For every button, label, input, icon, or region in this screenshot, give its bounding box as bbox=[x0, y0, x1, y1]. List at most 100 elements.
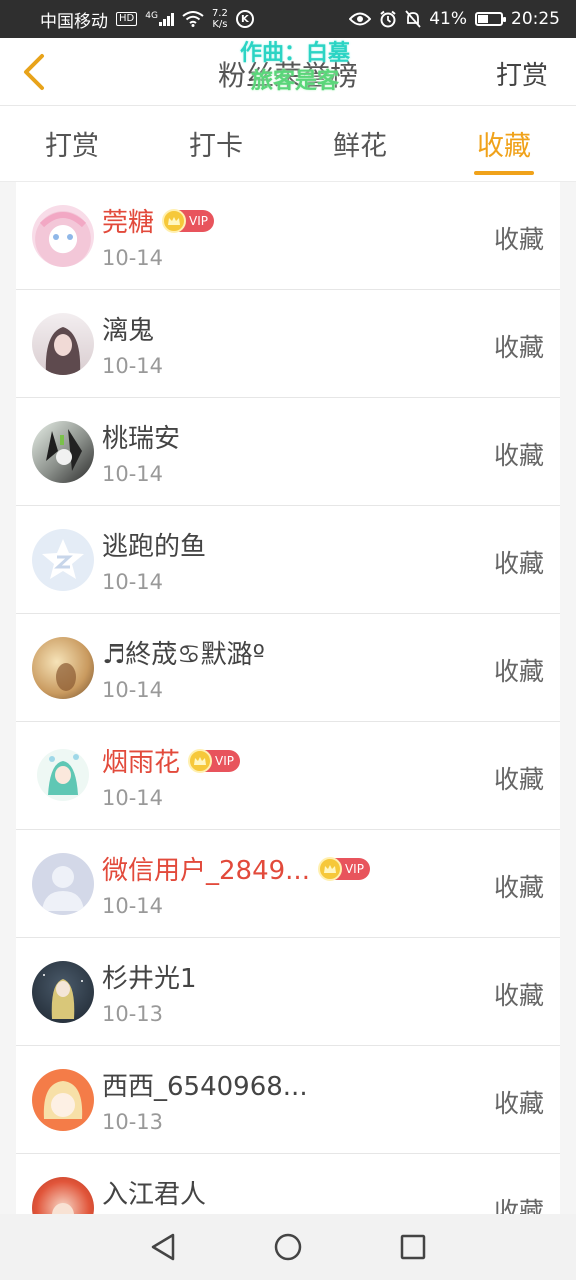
action-label: 收藏 bbox=[493, 873, 544, 902]
vip-label: VIP bbox=[215, 753, 234, 768]
black-white-character-avatar-icon bbox=[46, 429, 82, 471]
blonde-chibi-avatar-icon bbox=[43, 1081, 83, 1119]
user-name[interactable]: 逃跑的鱼 bbox=[102, 526, 206, 563]
date: 10-13 bbox=[102, 1110, 164, 1134]
name-line: 微信用户_2849... VIP bbox=[102, 850, 370, 887]
system-nav-bar bbox=[0, 1214, 576, 1280]
avatar bbox=[32, 1177, 94, 1214]
action-label: 收藏 bbox=[493, 1197, 544, 1214]
user-name[interactable]: 杉井光1 bbox=[102, 958, 197, 995]
date: 10-14 bbox=[102, 570, 164, 594]
status-right: 41% 20:25 bbox=[349, 9, 560, 29]
battery-level bbox=[478, 15, 488, 23]
tab-reward[interactable]: 打赏 bbox=[0, 106, 144, 181]
square-recents-icon bbox=[401, 1234, 426, 1260]
list-item[interactable]: ♬終荿♋默潞º 10-14 收藏 bbox=[16, 614, 560, 722]
avatar bbox=[32, 529, 94, 591]
nav-back-button[interactable] bbox=[138, 1222, 188, 1272]
list-item[interactable]: 微信用户_2849... VIP 10-14 收藏 bbox=[16, 830, 560, 938]
avatar bbox=[32, 421, 94, 483]
action-label: 收藏 bbox=[493, 333, 544, 362]
avatar bbox=[32, 1069, 94, 1131]
list-item[interactable]: 莞糖 VIP 10-14 收藏 bbox=[16, 182, 560, 290]
user-name[interactable]: 莞糖 bbox=[102, 202, 154, 239]
wifi-icon bbox=[182, 11, 204, 27]
list-item[interactable]: 漓鬼 10-14 收藏 bbox=[16, 290, 560, 398]
name-line: 莞糖 VIP bbox=[102, 202, 214, 239]
tab-favorites[interactable]: 收藏 bbox=[432, 106, 576, 181]
name-line: 桃瑞安 bbox=[102, 418, 180, 455]
date: 10-14 bbox=[102, 894, 164, 918]
anime-girl-pink-avatar-icon bbox=[39, 212, 87, 240]
avatar bbox=[32, 313, 94, 375]
sepia-photo-avatar-icon bbox=[56, 663, 76, 691]
network-speed: 7.2 K/s bbox=[212, 8, 228, 30]
name-line: 漓鬼 bbox=[102, 310, 154, 347]
battery-percent: 41% bbox=[429, 9, 467, 29]
list-item[interactable]: 桃瑞安 10-14 收藏 bbox=[16, 398, 560, 506]
user-name[interactable]: 桃瑞安 bbox=[102, 418, 180, 455]
default-person-avatar-icon bbox=[42, 866, 84, 911]
action-label: 收藏 bbox=[493, 765, 544, 794]
page-title: 粉丝荣誉榜 bbox=[217, 59, 358, 92]
action-label: 收藏 bbox=[493, 225, 544, 254]
triangle-back-icon bbox=[151, 1233, 174, 1261]
date: 10-14 bbox=[102, 246, 164, 270]
nav-recents-button[interactable] bbox=[388, 1222, 438, 1272]
date: 10-13 bbox=[102, 1002, 164, 1026]
action-label: 收藏 bbox=[493, 441, 544, 470]
user-name[interactable]: 入江君人 bbox=[102, 1174, 206, 1211]
mute-bell-icon bbox=[405, 10, 421, 28]
vip-badge: VIP bbox=[188, 748, 240, 773]
name-line: 杉井光1 bbox=[102, 958, 197, 995]
tab-bar: 打赏 打卡 鲜花 收藏 bbox=[0, 106, 576, 182]
reward-button[interactable]: 打赏 bbox=[496, 55, 548, 92]
avatar bbox=[32, 637, 94, 699]
app-header: 粉丝荣誉榜 作曲：白墓 旅客是客 打赏 bbox=[0, 38, 576, 106]
network-speed-unit: K/s bbox=[212, 19, 228, 30]
date: 10-14 bbox=[102, 354, 164, 378]
k-app-icon: K bbox=[235, 10, 254, 28]
signal-icon: 4G bbox=[145, 12, 174, 26]
list-item[interactable]: 杉井光1 10-13 收藏 bbox=[16, 938, 560, 1046]
list-item[interactable]: 烟雨花 VIP 10-14 收藏 bbox=[16, 722, 560, 830]
default-star-avatar-icon bbox=[42, 539, 84, 579]
circle-home-icon bbox=[274, 1233, 302, 1261]
list-item[interactable]: 西西_6540968... 10-13 收藏 bbox=[16, 1046, 560, 1154]
date: 10-14 bbox=[102, 678, 164, 702]
date: 10-14 bbox=[102, 462, 164, 486]
user-name[interactable]: 烟雨花 bbox=[102, 742, 180, 779]
name-line: 烟雨花 VIP bbox=[102, 742, 240, 779]
crown-icon bbox=[317, 856, 342, 881]
user-name[interactable]: 西西_6540968... bbox=[102, 1066, 308, 1103]
signal-type-label: 4G bbox=[145, 11, 158, 21]
tab-flowers[interactable]: 鲜花 bbox=[288, 106, 432, 181]
vip-label: VIP bbox=[344, 861, 364, 876]
clock: 20:25 bbox=[511, 9, 560, 29]
eye-icon bbox=[349, 12, 372, 26]
nav-home-button[interactable] bbox=[263, 1222, 313, 1272]
action-label: 收藏 bbox=[493, 981, 544, 1010]
user-name[interactable]: 微信用户_2849... bbox=[102, 850, 310, 887]
user-name[interactable]: ♬終荿♋默潞º bbox=[102, 634, 265, 671]
tab-checkin[interactable]: 打卡 bbox=[144, 106, 288, 181]
name-line: 入江君人 bbox=[102, 1174, 206, 1211]
action-label: 收藏 bbox=[493, 549, 544, 578]
vip-label: VIP bbox=[189, 213, 208, 228]
avatar bbox=[32, 205, 94, 267]
name-line: ♬終荿♋默潞º bbox=[102, 634, 265, 671]
list-item[interactable]: 逃跑的鱼 10-14 收藏 bbox=[16, 506, 560, 614]
carrier-label: 中国移动 bbox=[40, 11, 108, 32]
name-line: 西西_6540968... bbox=[102, 1066, 308, 1103]
list-item[interactable]: 入江君人 收藏 bbox=[16, 1154, 560, 1214]
battery-icon bbox=[475, 12, 506, 26]
user-name[interactable]: 漓鬼 bbox=[102, 310, 154, 347]
avatar bbox=[32, 853, 94, 915]
date: 10-14 bbox=[102, 786, 164, 810]
status-bar: 中国移动 HD 4G 7.2 K/s K 41% 20:25 bbox=[0, 0, 576, 38]
action-label: 收藏 bbox=[493, 1089, 544, 1118]
hd-icon: HD bbox=[116, 12, 138, 26]
green-hair-girl-avatar-icon bbox=[37, 749, 89, 801]
alarm-icon bbox=[380, 10, 396, 28]
name-line: 逃跑的鱼 bbox=[102, 526, 206, 563]
